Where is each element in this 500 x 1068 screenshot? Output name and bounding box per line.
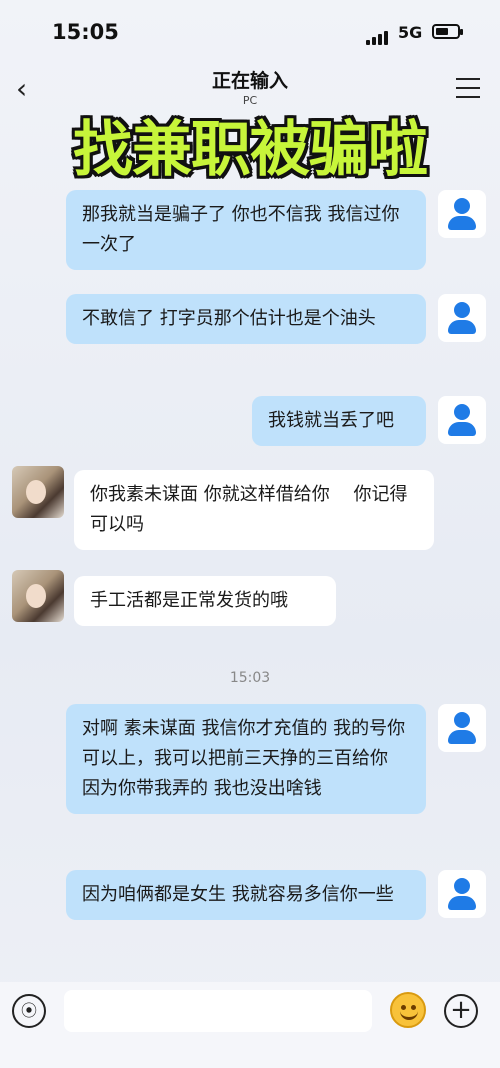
chat-title: 正在输入 xyxy=(211,70,288,92)
message-input[interactable] xyxy=(64,990,372,1032)
message-bubble-me: 不敢信了 打字员那个估计也是个油头 xyxy=(66,294,426,344)
menu-icon[interactable] xyxy=(456,78,480,105)
message-timestamp: 15:03 xyxy=(229,670,271,686)
avatar[interactable] xyxy=(438,190,486,238)
message-bubble-them: 手工活都是正常发货的哦 xyxy=(74,576,336,626)
chevron-left-icon[interactable]: ‹ xyxy=(16,74,46,104)
battery-icon xyxy=(432,24,463,39)
message-bubble-me: 因为咱俩都是女生 我就容易多信你一些 xyxy=(66,870,426,920)
emoji-icon[interactable] xyxy=(390,992,426,1028)
signal-icon xyxy=(366,26,390,45)
overlay-banner: 找兼职被骗啦 xyxy=(73,115,428,185)
voice-icon[interactable]: ⦿ xyxy=(12,994,46,1028)
avatar[interactable] xyxy=(438,396,486,444)
avatar[interactable] xyxy=(12,570,64,622)
message-bubble-me: 我钱就当丢了吧 xyxy=(252,396,426,446)
plus-icon[interactable]: + xyxy=(444,994,478,1028)
chat-subtitle: PC xyxy=(242,94,258,107)
message-bubble-me: 对啊 素未谋面 我信你才充值的 我的号你可以上，我可以把前三天挣的三百给你 因为… xyxy=(66,704,426,814)
avatar[interactable] xyxy=(12,466,64,518)
avatar[interactable] xyxy=(438,294,486,342)
message-bubble-me: 那我就当是骗子了 你也不信我 我信过你一次了 xyxy=(66,190,426,270)
network-label: 5G xyxy=(398,23,423,42)
avatar[interactable] xyxy=(438,704,486,752)
status-bar: 15:05 5G xyxy=(0,0,500,60)
status-time: 15:05 xyxy=(52,20,119,44)
message-bubble-them: 你我素未谋面 你就这样借给你 你记得可以吗 xyxy=(74,470,434,550)
avatar[interactable] xyxy=(438,870,486,918)
input-bar: ⦿ + xyxy=(0,982,500,1068)
